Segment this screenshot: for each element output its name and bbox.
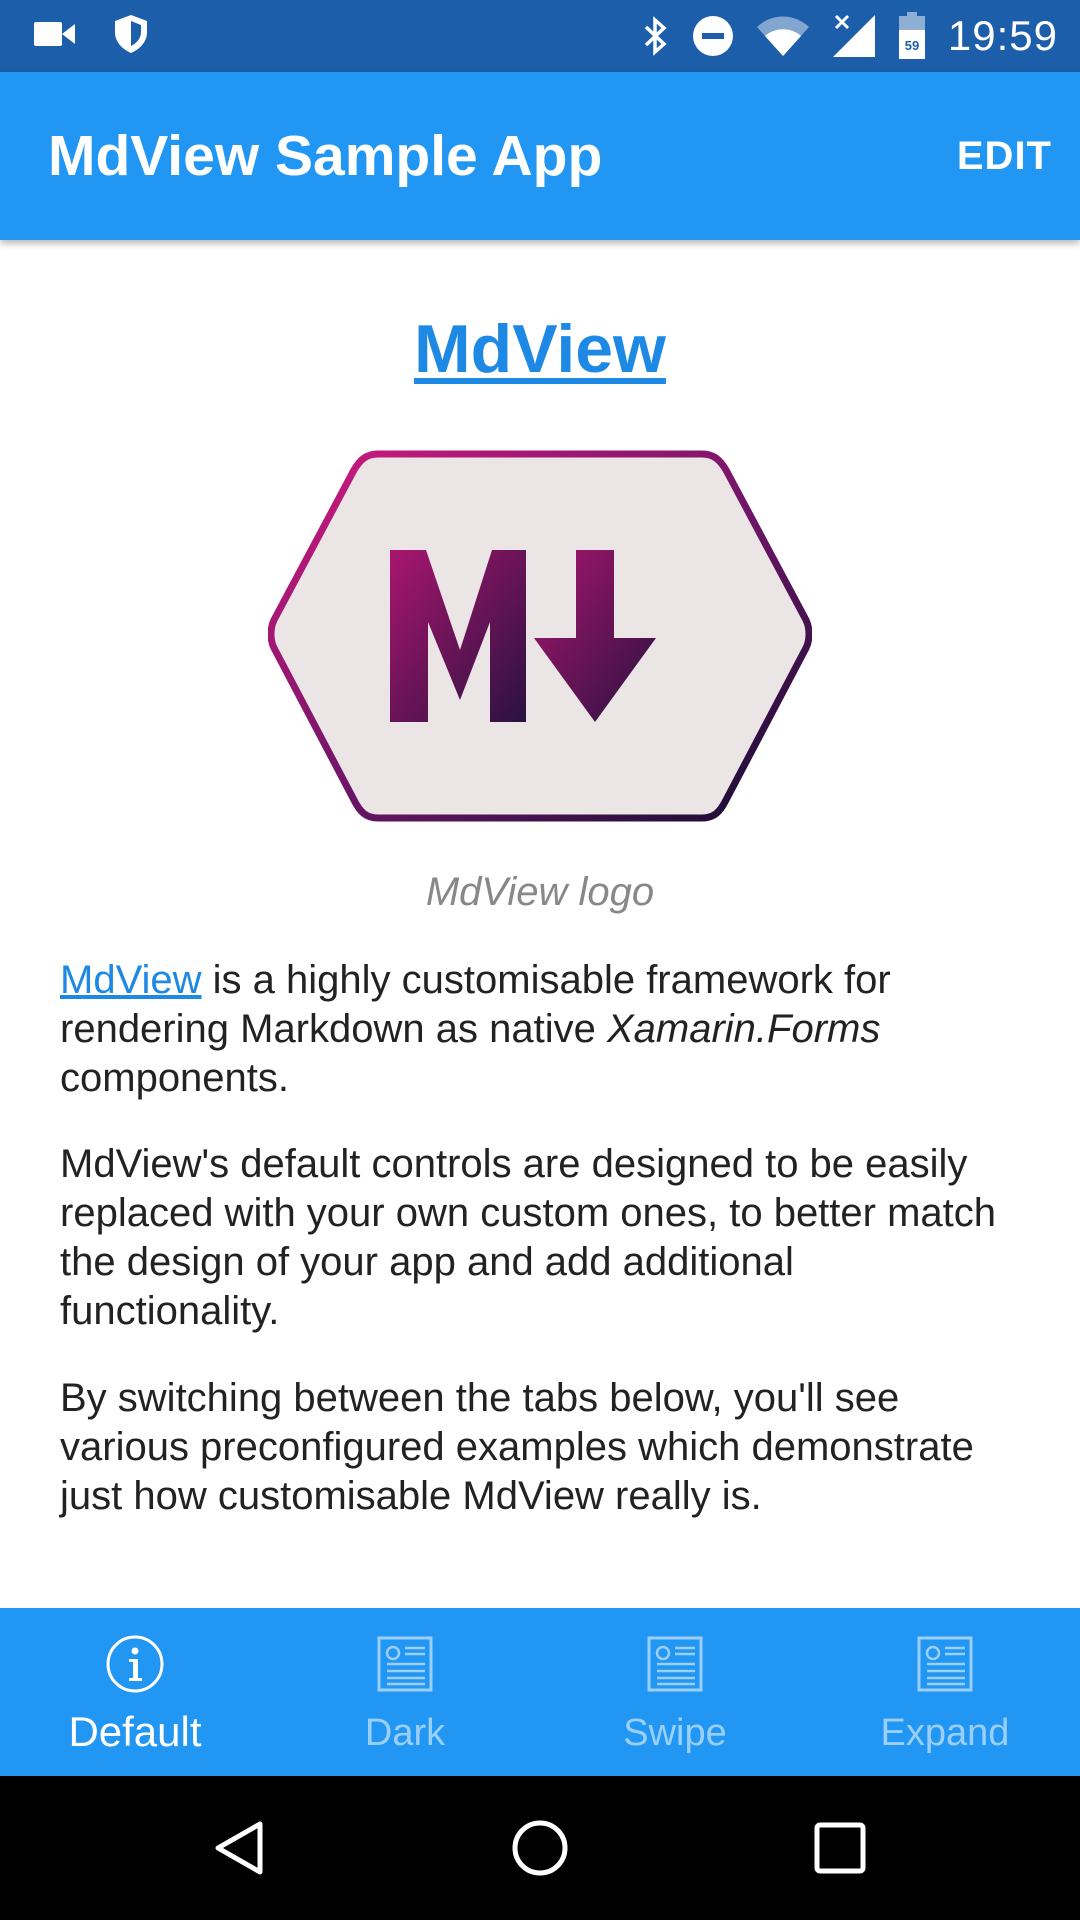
- paragraph-tabs: By switching between the tabs below, you…: [60, 1376, 974, 1518]
- tab-dark[interactable]: Dark: [270, 1608, 540, 1776]
- edit-button[interactable]: EDIT: [957, 72, 1052, 240]
- markdown-content[interactable]: MdView MdView logo MdView is a highly cu…: [0, 240, 1080, 1608]
- recents-icon[interactable]: [810, 1818, 870, 1878]
- wifi-icon: [756, 16, 809, 56]
- document-icon: [377, 1636, 433, 1692]
- logo-caption: MdView logo: [425, 870, 655, 914]
- app-bar: MdView Sample App EDIT: [0, 72, 1080, 240]
- tab-label-expand: Expand: [880, 1712, 1010, 1754]
- shield-icon: [115, 15, 147, 53]
- tab-label-swipe: Swipe: [623, 1712, 727, 1754]
- status-left-icons: [34, 14, 148, 54]
- document-icon: [917, 1636, 973, 1692]
- info-icon: [106, 1635, 164, 1693]
- paragraph-intro-text-2: components.: [60, 1056, 290, 1100]
- battery-level-text: 59: [905, 38, 919, 53]
- paragraph-intro: MdView is a highly customisable framewor…: [60, 956, 1020, 1103]
- mdview-logo-image: [268, 450, 812, 822]
- markdown-heading-link[interactable]: MdView: [0, 310, 1080, 388]
- document-icon: [647, 1636, 703, 1692]
- tab-swipe[interactable]: Swipe: [540, 1608, 810, 1776]
- video-camera-icon: [34, 22, 75, 46]
- bluetooth-icon: [644, 16, 667, 56]
- paragraph-controls: MdView's default controls are designed t…: [60, 1142, 997, 1333]
- status-clock: 19:59: [947, 12, 1058, 59]
- tab-label-default: Default: [68, 1708, 202, 1755]
- tab-expand[interactable]: Expand: [810, 1608, 1080, 1776]
- status-right-icons: 59 19:59: [642, 10, 1058, 62]
- paragraph-intro-italic: Xamarin.Forms: [606, 1007, 881, 1051]
- mdview-link[interactable]: MdView: [60, 958, 202, 1002]
- battery-icon: 59: [898, 12, 925, 59]
- app-title: MdView Sample App: [48, 124, 603, 188]
- tab-label-dark: Dark: [364, 1712, 446, 1754]
- back-icon[interactable]: [210, 1818, 270, 1878]
- bottom-tab-bar: Default Dark Swipe Expand: [0, 1608, 1080, 1776]
- status-bar: 59 19:59: [0, 0, 1080, 72]
- do-not-disturb-icon: [692, 16, 733, 56]
- home-icon[interactable]: [510, 1818, 570, 1878]
- tab-default[interactable]: Default: [0, 1608, 270, 1776]
- system-nav-bar: [0, 1776, 1080, 1920]
- signal-icon: [832, 14, 875, 57]
